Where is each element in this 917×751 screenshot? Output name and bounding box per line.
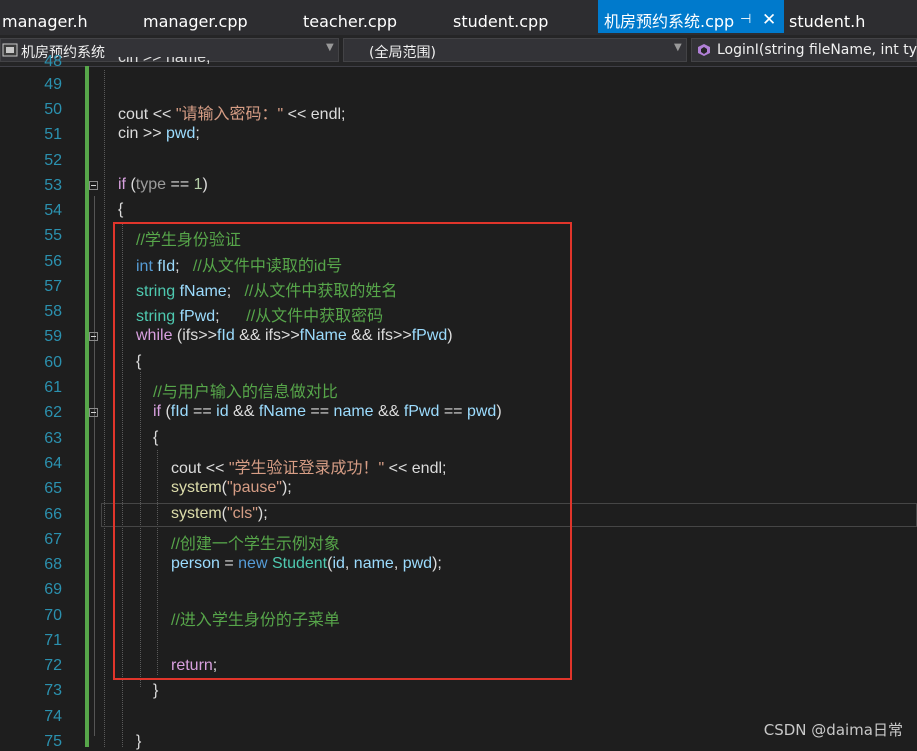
- line-number: 71: [44, 632, 62, 649]
- line-number: 68: [44, 556, 62, 573]
- line-number: 75: [44, 733, 62, 750]
- change-tracking-bar: [85, 66, 89, 747]
- line-number: 70: [44, 607, 62, 624]
- line-number: 74: [44, 708, 62, 725]
- tab-student-cpp[interactable]: student.cpp: [453, 0, 548, 35]
- number-literal: 1: [193, 176, 203, 193]
- dropdown-arrow-icon: ▼: [674, 42, 682, 53]
- code-text: ==: [166, 176, 194, 193]
- code-text: (: [126, 176, 136, 193]
- document-tab-bar: manager.h manager.cpp teacher.cpp studen…: [0, 0, 917, 35]
- code-text: {: [118, 201, 124, 218]
- code-line-73: }: [153, 682, 158, 700]
- tab-manager-h[interactable]: manager.h: [2, 0, 88, 35]
- member-dropdown[interactable]: LoginI(string fileName, int ty: [691, 38, 917, 62]
- keyword: if: [118, 176, 126, 193]
- close-icon[interactable]: ✕: [762, 10, 776, 30]
- code-text: ): [202, 176, 208, 193]
- line-number: 60: [44, 354, 62, 371]
- line-number: 58: [44, 303, 62, 320]
- line-number: 57: [44, 278, 62, 295]
- fold-toggle-icon[interactable]: [89, 181, 98, 190]
- line-number: 55: [44, 227, 62, 244]
- member-dropdown-label: LoginI(string fileName, int ty: [717, 42, 917, 58]
- tab-main-cpp-label: 机房预约系统.cpp: [604, 12, 735, 31]
- line-number: 63: [44, 430, 62, 447]
- line-number: 59: [44, 328, 62, 345]
- tab-student-h[interactable]: student.h: [789, 0, 865, 35]
- string-literal: "请输入密码：": [175, 106, 284, 123]
- tab-main-cpp-active[interactable]: 机房预约系统.cpp: [598, 0, 784, 33]
- outline-fold-line: [94, 196, 95, 736]
- line-number: 50: [44, 101, 62, 118]
- scope-dropdown-label: (全局范围): [369, 45, 436, 61]
- dropdown-arrow-icon: ▼: [326, 42, 334, 53]
- line-number: 53: [44, 177, 62, 194]
- line-number: 65: [44, 480, 62, 497]
- tab-teacher-cpp[interactable]: teacher.cpp: [303, 0, 397, 35]
- code-line-75: }: [136, 733, 141, 751]
- fold-toggle-icon[interactable]: [89, 408, 98, 417]
- variable: type: [135, 176, 167, 193]
- line-number: 62: [44, 404, 62, 421]
- code-text: cin >>: [118, 125, 167, 142]
- code-line-51: cin >> pwd;: [118, 125, 200, 143]
- watermark: CSDN @daima日常: [763, 721, 903, 739]
- scope-dropdown[interactable]: (全局范围) ▼: [343, 38, 687, 62]
- line-number: 64: [44, 455, 62, 472]
- code-text: << endl;: [283, 106, 346, 123]
- line-number: 56: [44, 253, 62, 270]
- line-number: 69: [44, 581, 62, 598]
- pin-icon[interactable]: ⊣: [740, 12, 751, 27]
- variable: pwd: [166, 125, 196, 142]
- annotation-highlight-box: [113, 222, 572, 680]
- line-number: 73: [44, 682, 62, 699]
- code-line-53: if (type == 1): [118, 176, 208, 194]
- code-text: cout <<: [118, 106, 176, 123]
- line-number: 67: [44, 531, 62, 548]
- line-number: 51: [44, 126, 62, 143]
- line-number: 52: [44, 152, 62, 169]
- line-number: 72: [44, 657, 62, 674]
- line-number: 48: [44, 53, 62, 70]
- line-number: 66: [44, 506, 62, 523]
- line-number: 61: [44, 379, 62, 396]
- tab-manager-cpp[interactable]: manager.cpp: [143, 0, 248, 35]
- code-line-54: {: [118, 201, 123, 219]
- code-text: ;: [195, 125, 200, 142]
- code-text: }: [136, 733, 142, 750]
- code-line-50: cout << "请输入密码：" << endl;: [118, 100, 345, 124]
- fold-toggle-icon[interactable]: [89, 332, 98, 341]
- line-number-gutter: 48 49 50 51 52 53 54 55 56 57 58 59 60 6…: [0, 53, 84, 750]
- line-number: 49: [44, 76, 62, 93]
- indent-guide: [104, 70, 105, 747]
- method-icon: [698, 44, 710, 56]
- code-text: }: [153, 682, 159, 699]
- line-number: 54: [44, 202, 62, 219]
